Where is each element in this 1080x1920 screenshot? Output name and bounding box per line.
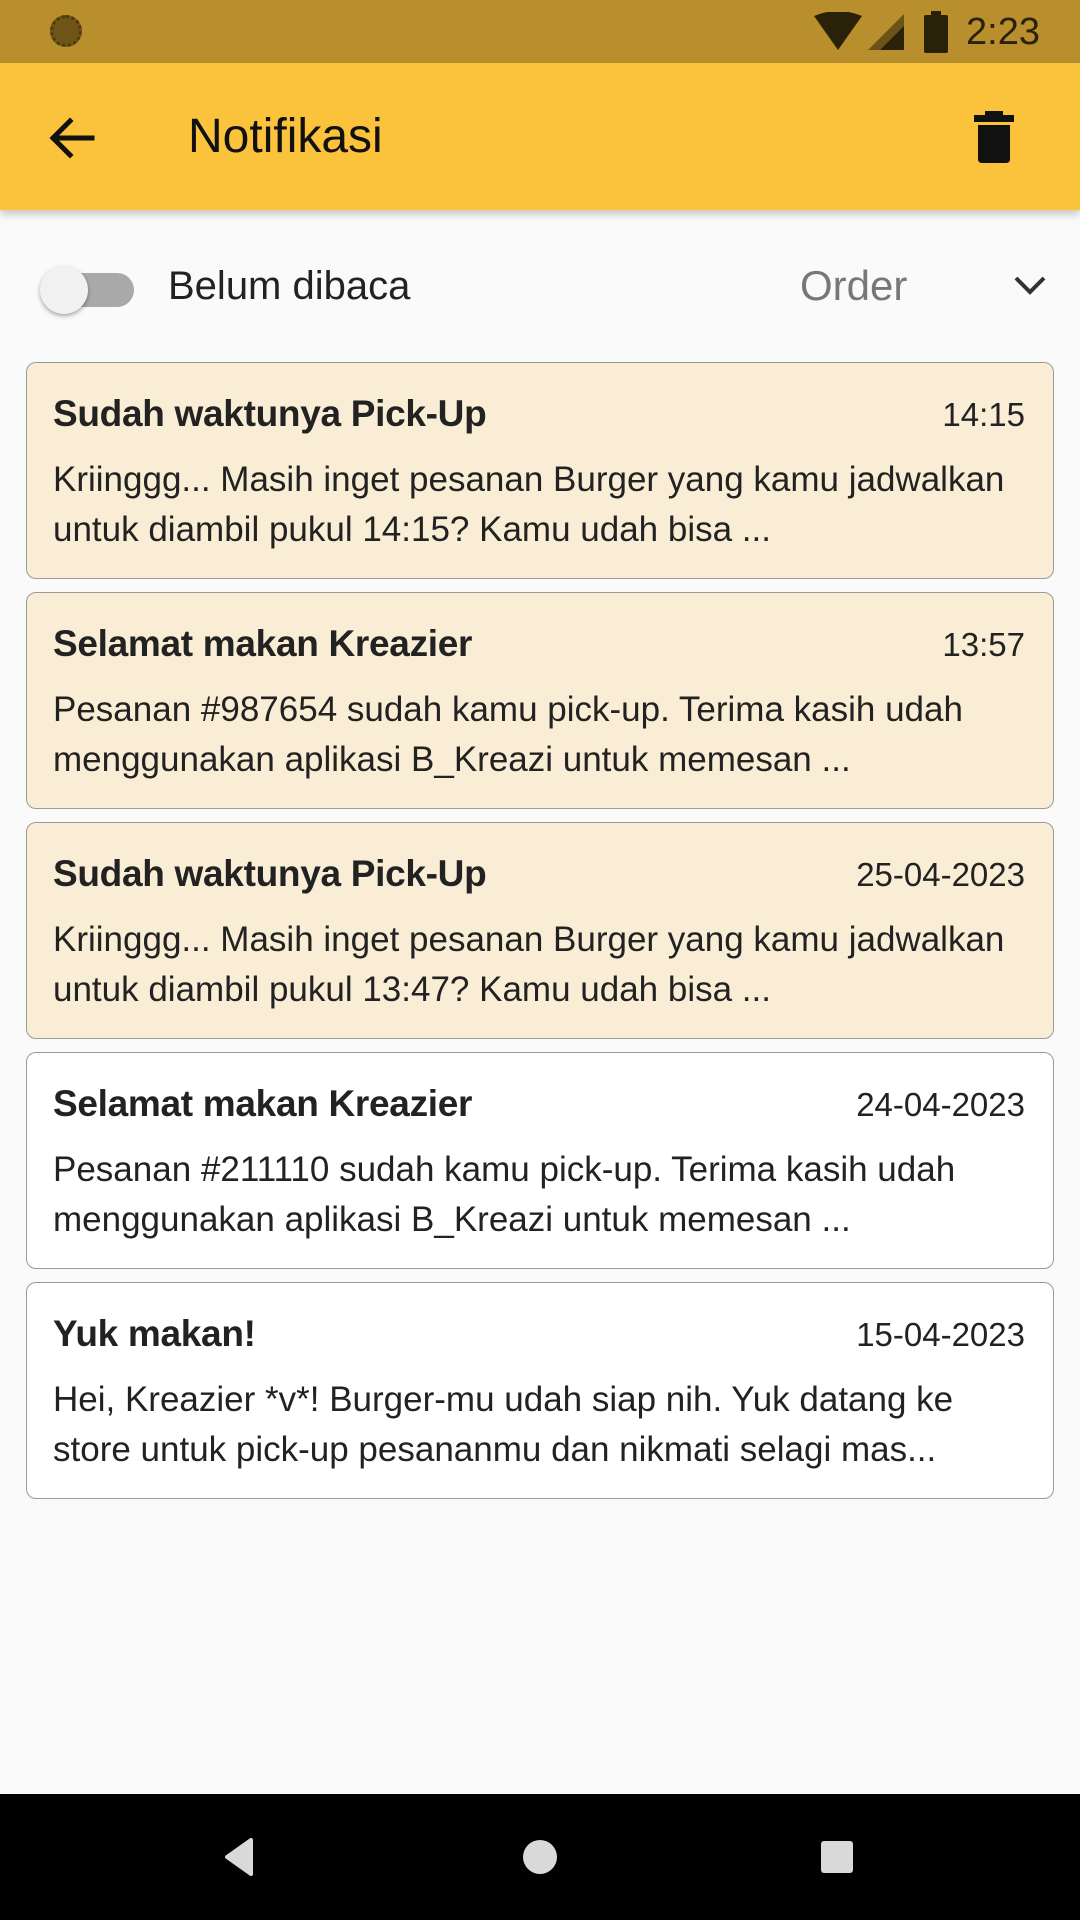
notification-list: Sudah waktunya Pick-Up 14:15 Kriinggg...… xyxy=(26,362,1054,1512)
unread-toggle[interactable] xyxy=(40,266,136,314)
notification-body: Hei, Kreazier *v*! Burger-mu udah siap n… xyxy=(53,1380,954,1469)
arrow-left-icon xyxy=(49,117,95,159)
notification-title: Selamat makan Kreazier xyxy=(53,623,473,664)
notification-body: Kriinggg... Masih inget pesanan Burger y… xyxy=(53,920,1005,1009)
notification-card[interactable]: Sudah waktunya Pick-Up 14:15 Kriinggg...… xyxy=(26,362,1054,579)
notification-card[interactable]: Selamat makan Kreazier 13:57 Pesanan #98… xyxy=(26,592,1054,809)
status-bar: 2:23 xyxy=(0,0,1080,63)
notification-body: Pesanan #211110 sudah kamu pick-up. Teri… xyxy=(53,1150,956,1239)
notification-body: Pesanan #987654 sudah kamu pick-up. Teri… xyxy=(53,690,963,779)
chevron-down-icon xyxy=(1014,276,1046,295)
page-title: Notifikasi xyxy=(188,110,383,163)
notification-card[interactable]: Selamat makan Kreazier 24-04-2023 Pesana… xyxy=(26,1052,1054,1269)
nav-recents-button[interactable] xyxy=(812,1832,862,1882)
notification-card[interactable]: Sudah waktunya Pick-Up 25-04-2023 Kriing… xyxy=(26,822,1054,1039)
battery-icon xyxy=(924,11,949,53)
unread-toggle-label: Belum dibaca xyxy=(168,264,411,308)
notification-title: Sudah waktunya Pick-Up xyxy=(53,853,487,894)
dropdown-value: Order xyxy=(800,262,908,309)
category-dropdown[interactable]: Order xyxy=(800,256,1050,316)
recents-square-icon xyxy=(821,1841,853,1873)
nav-back-button[interactable] xyxy=(217,1832,267,1882)
notification-dot-icon xyxy=(50,15,82,47)
cell-signal-icon xyxy=(868,14,905,50)
delete-all-button[interactable] xyxy=(970,107,1018,167)
home-circle-icon xyxy=(523,1840,557,1874)
wifi-icon xyxy=(814,12,863,50)
notification-title: Selamat makan Kreazier xyxy=(53,1083,473,1124)
notification-title: Yuk makan! xyxy=(53,1313,256,1354)
system-nav-bar xyxy=(0,1794,1080,1920)
trash-icon xyxy=(974,111,1014,163)
filter-row: Belum dibaca Order xyxy=(0,250,1080,326)
notification-time: 24-04-2023 xyxy=(856,1086,1025,1123)
notification-title: Sudah waktunya Pick-Up xyxy=(53,393,487,434)
back-triangle-icon xyxy=(225,1838,253,1876)
app-bar: Notifikasi xyxy=(0,63,1080,210)
notification-time: 25-04-2023 xyxy=(856,856,1025,893)
back-button[interactable] xyxy=(42,108,102,168)
status-time: 2:23 xyxy=(966,10,1040,53)
notification-time: 15-04-2023 xyxy=(856,1316,1025,1353)
toggle-thumb xyxy=(40,266,88,314)
notification-body: Kriinggg... Masih inget pesanan Burger y… xyxy=(53,460,1005,549)
notification-time: 13:57 xyxy=(942,626,1025,663)
nav-home-button[interactable] xyxy=(515,1832,565,1882)
status-icons: 2:23 xyxy=(814,8,1040,56)
notification-time: 14:15 xyxy=(942,396,1025,433)
notification-card[interactable]: Yuk makan! 15-04-2023 Hei, Kreazier *v*!… xyxy=(26,1282,1054,1499)
